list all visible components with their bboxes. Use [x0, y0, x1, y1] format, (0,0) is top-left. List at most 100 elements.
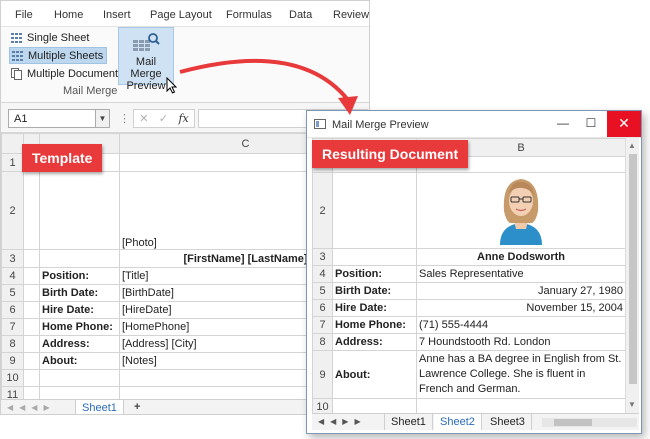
- field-value-cell[interactable]: Sales Representative: [416, 265, 626, 283]
- sheet-tab-sheet2[interactable]: Sheet2: [434, 414, 482, 430]
- cell[interactable]: [39, 171, 120, 250]
- preview-title-bar: Mail Merge Preview — ☐ ✕: [307, 111, 641, 138]
- single-sheet-label: Single Sheet: [27, 31, 90, 44]
- row-header[interactable]: 5: [1, 284, 24, 302]
- row-header[interactable]: 4: [312, 265, 333, 283]
- window-icon: [314, 119, 326, 129]
- sheet-nav-arrows-icon[interactable]: ◀◀◀▶: [7, 403, 56, 412]
- row-header[interactable]: 9: [1, 352, 24, 370]
- ribbon-tab-formulas[interactable]: Formulas: [226, 9, 272, 21]
- name-box[interactable]: A1 ▼: [8, 109, 110, 128]
- field-label-cell[interactable]: Position:: [332, 265, 417, 283]
- field-label-cell[interactable]: Home Phone:: [332, 316, 417, 334]
- row-header[interactable]: 7: [1, 318, 24, 336]
- add-sheet-button[interactable]: +: [134, 401, 140, 413]
- scrollbar-thumb[interactable]: [629, 154, 637, 384]
- about-text-line: Lawrence College. She is fluent in: [419, 368, 586, 380]
- field-label-cell[interactable]: About:: [332, 350, 417, 399]
- multiple-sheets-label: Multiple Sheets: [28, 49, 104, 62]
- table-row: 5 Birth Date: January 27, 1980: [312, 282, 626, 300]
- row-header[interactable]: 3: [1, 249, 24, 268]
- scrollbar-thumb[interactable]: [554, 419, 592, 426]
- close-icon[interactable]: ✕: [607, 111, 641, 137]
- cell[interactable]: [23, 171, 40, 250]
- ribbon-tab-home[interactable]: Home: [54, 9, 83, 21]
- row-header[interactable]: 9: [312, 350, 333, 399]
- field-value-cell[interactable]: January 27, 1980: [416, 282, 626, 300]
- multiple-documents-button[interactable]: Multiple Documents: [9, 65, 127, 82]
- ribbon-tab-insert[interactable]: Insert: [103, 9, 131, 21]
- cell[interactable]: [23, 284, 40, 302]
- row-header[interactable]: 3: [312, 248, 333, 266]
- insert-function-icon[interactable]: fx: [178, 112, 188, 125]
- sheet-tab-sheet3[interactable]: Sheet3: [484, 414, 532, 430]
- ribbon-tab-review[interactable]: Review: [333, 9, 369, 21]
- field-label-cell[interactable]: Address:: [39, 335, 120, 353]
- cell[interactable]: [23, 335, 40, 353]
- multiple-sheets-button[interactable]: Multiple Sheets: [9, 47, 108, 64]
- ribbon-tab-bar: File Home Insert Page Layout Formulas Da…: [1, 1, 369, 27]
- preview-sheet-grid: B 1 2: [312, 138, 626, 416]
- field-value-cell[interactable]: 7 Houndstooth Rd. London: [416, 333, 626, 351]
- cell[interactable]: [23, 249, 40, 268]
- select-all-corner[interactable]: [1, 133, 24, 154]
- row-header[interactable]: 1: [1, 153, 24, 172]
- row-header[interactable]: 4: [1, 267, 24, 285]
- field-label-cell[interactable]: About:: [39, 352, 120, 370]
- cell[interactable]: [23, 318, 40, 336]
- ribbon-tab-file[interactable]: File: [15, 9, 33, 21]
- cell[interactable]: [332, 248, 417, 266]
- field-label-cell[interactable]: Hire Date:: [332, 299, 417, 317]
- vertical-scrollbar[interactable]: ▲ ▼: [625, 138, 639, 413]
- field-label-cell[interactable]: Position:: [39, 267, 120, 285]
- scroll-up-icon[interactable]: ▲: [628, 141, 636, 150]
- ribbon-tab-page-layout[interactable]: Page Layout: [150, 9, 212, 21]
- resulting-document-callout: Resulting Document: [312, 140, 469, 168]
- preview-sheet-tab-bar: ◀◀▶▶ Sheet1 Sheet2 Sheet3: [312, 413, 639, 430]
- cell[interactable]: [23, 369, 40, 387]
- cell[interactable]: [23, 301, 40, 319]
- field-value-cell[interactable]: (71) 555-4444: [416, 316, 626, 334]
- cell[interactable]: [39, 369, 120, 387]
- field-value-cell[interactable]: November 15, 2004: [416, 299, 626, 317]
- table-row: 7 Home Phone: (71) 555-4444: [312, 316, 626, 334]
- cell[interactable]: [39, 249, 120, 268]
- scroll-down-icon[interactable]: ▼: [628, 400, 636, 409]
- enter-icon[interactable]: ✓: [159, 112, 168, 125]
- row-header[interactable]: 8: [312, 333, 333, 351]
- cell[interactable]: [23, 352, 40, 370]
- chevron-down-icon[interactable]: ▼: [95, 110, 109, 127]
- field-label-cell[interactable]: Hire Date:: [39, 301, 120, 319]
- minimize-icon[interactable]: —: [549, 111, 577, 137]
- table-row: 2: [312, 172, 626, 249]
- formula-buttons: ✕ ✓ fx: [133, 109, 195, 128]
- horizontal-scrollbar[interactable]: [542, 418, 637, 427]
- employee-name-cell[interactable]: Anne Dodsworth: [416, 248, 626, 266]
- formula-bar-separator-icon: ⋮: [119, 113, 130, 125]
- row-header[interactable]: 5: [312, 282, 333, 300]
- cancel-icon[interactable]: ✕: [139, 112, 148, 125]
- sheet-nav-arrows-icon[interactable]: ◀◀▶▶: [318, 417, 367, 426]
- field-label-cell[interactable]: Home Phone:: [39, 318, 120, 336]
- field-label-cell[interactable]: Address:: [332, 333, 417, 351]
- row-header[interactable]: 7: [312, 316, 333, 334]
- row-header[interactable]: 2: [312, 172, 333, 249]
- field-label-cell[interactable]: Birth Date:: [332, 282, 417, 300]
- single-sheet-button[interactable]: Single Sheet: [9, 29, 92, 46]
- row-header[interactable]: 8: [1, 335, 24, 353]
- maximize-icon[interactable]: ☐: [577, 111, 605, 137]
- about-value-cell[interactable]: Anne has a BA degree in English from St.…: [416, 350, 626, 399]
- row-header[interactable]: 6: [1, 301, 24, 319]
- sheet-tab-sheet1[interactable]: Sheet1: [384, 414, 433, 430]
- row-header[interactable]: 6: [312, 299, 333, 317]
- cell[interactable]: [332, 172, 417, 249]
- preview-window-title: Mail Merge Preview: [332, 119, 429, 131]
- row-header[interactable]: 2: [1, 171, 24, 250]
- row-header[interactable]: 10: [1, 369, 24, 387]
- photo-cell[interactable]: [416, 172, 626, 249]
- sheet-tab-sheet1[interactable]: Sheet1: [75, 400, 124, 414]
- ribbon-tab-data[interactable]: Data: [289, 9, 312, 21]
- cell[interactable]: [23, 267, 40, 285]
- field-label-cell[interactable]: Birth Date:: [39, 284, 120, 302]
- table-row: 6 Hire Date: November 15, 2004: [312, 299, 626, 317]
